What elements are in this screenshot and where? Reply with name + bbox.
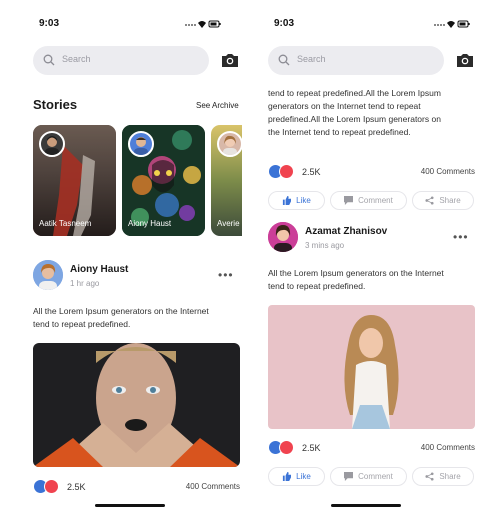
- story-name: Aatik Tasneem: [39, 219, 92, 228]
- post-text-line: tend to repeat predefined.: [268, 281, 366, 291]
- post-author-name[interactable]: Aiony Haust: [70, 264, 128, 275]
- post-avatar[interactable]: [33, 260, 63, 290]
- story-card[interactable]: Averie: [211, 125, 242, 236]
- comments-count[interactable]: 400 Comments: [421, 167, 475, 176]
- post-image[interactable]: [268, 305, 475, 429]
- signal-wifi-battery-icon: [185, 20, 221, 28]
- reaction-summary: 2.5K 400 Comments: [33, 479, 240, 495]
- share-button[interactable]: Share: [412, 467, 474, 486]
- comment-icon: [344, 472, 354, 481]
- camera-icon[interactable]: [220, 51, 240, 69]
- status-bar: 9:03: [39, 18, 242, 32]
- comment-button[interactable]: Comment: [330, 467, 407, 486]
- story-avatar: [128, 131, 154, 157]
- share-button[interactable]: Share: [412, 191, 474, 210]
- thumbs-up-icon: [283, 472, 292, 481]
- search-input[interactable]: Search: [33, 46, 209, 75]
- home-indicator: [331, 504, 401, 507]
- post-avatar[interactable]: [268, 222, 298, 252]
- status-icons: [184, 19, 222, 31]
- status-time: 9:03: [274, 18, 295, 29]
- love-reaction-icon: [44, 479, 59, 494]
- reaction-summary: 2.5K 400 Comments: [268, 164, 475, 180]
- story-avatar: [217, 131, 242, 157]
- post-text-line: All the Lorem Ipsum generators on the In…: [33, 306, 209, 316]
- story-card[interactable]: Aiony Haust: [122, 125, 205, 236]
- search-icon: [43, 54, 55, 66]
- search-input[interactable]: Search: [268, 46, 444, 75]
- search-placeholder: Search: [62, 54, 91, 64]
- comment-label: Comment: [358, 472, 393, 481]
- comment-button[interactable]: Comment: [330, 191, 407, 210]
- share-icon: [425, 196, 434, 205]
- like-label: Like: [296, 196, 311, 205]
- post-text-line: generators on the Internet tend to repea…: [268, 101, 421, 111]
- like-button[interactable]: Like: [268, 191, 325, 210]
- more-options-icon[interactable]: •••: [218, 268, 234, 282]
- reaction-icons: [268, 164, 296, 180]
- status-bar: 9:03: [274, 18, 485, 32]
- post-text-line: tend to repeat predefined.All the Lorem …: [268, 88, 441, 98]
- post-timestamp: 3 mins ago: [305, 241, 345, 250]
- camera-icon[interactable]: [455, 51, 475, 69]
- status-icons: [433, 19, 471, 31]
- share-label: Share: [439, 196, 461, 205]
- comment-icon: [344, 196, 354, 205]
- like-button[interactable]: Like: [268, 467, 325, 486]
- post-text: All the Lorem Ipsum generators on the In…: [268, 267, 483, 293]
- search-placeholder: Search: [297, 54, 326, 64]
- reaction-icons: [268, 440, 296, 456]
- home-indicator: [95, 504, 165, 507]
- reaction-icons: [33, 479, 61, 495]
- comments-count[interactable]: 400 Comments: [421, 443, 475, 452]
- like-label: Like: [296, 472, 311, 481]
- reaction-count[interactable]: 2.5K: [302, 443, 321, 453]
- share-label: Share: [439, 472, 461, 481]
- love-reaction-icon: [279, 440, 294, 455]
- post-text-line: All the Lorem Ipsum generators on the In…: [268, 268, 444, 278]
- feed-screen-left: 9:03 Search Stories See Archive Aatik Ta…: [0, 0, 242, 531]
- story-name: Aiony Haust: [128, 219, 172, 228]
- stories-heading: Stories: [33, 97, 78, 112]
- story-card[interactable]: Aatik Tasneem: [33, 125, 116, 236]
- feed-screen-right: 9:03 Search tend to repeat predefined.Al…: [243, 0, 485, 531]
- post-text-line: the Internet tend to repeat predefined.: [268, 127, 411, 137]
- post-text: All the Lorem Ipsum generators on the In…: [33, 305, 242, 331]
- post-text-line: tend to repeat predefined.: [33, 319, 131, 329]
- post-text-line: predefined.All the Lorem Ipsum generator…: [268, 114, 441, 124]
- post-image[interactable]: [33, 343, 240, 467]
- thumbs-up-icon: [283, 196, 292, 205]
- reaction-summary: 2.5K 400 Comments: [268, 440, 475, 456]
- share-icon: [425, 472, 434, 481]
- post-text: tend to repeat predefined.All the Lorem …: [268, 87, 483, 139]
- reaction-count[interactable]: 2.5K: [302, 167, 321, 177]
- signal-wifi-battery-icon: [434, 20, 470, 28]
- search-icon: [278, 54, 290, 66]
- story-avatar: [39, 131, 65, 157]
- story-name: Averie: [217, 219, 240, 228]
- post-author-name[interactable]: Azamat Zhanisov: [305, 226, 387, 237]
- status-time: 9:03: [39, 18, 60, 29]
- more-options-icon[interactable]: •••: [453, 230, 469, 244]
- comments-count[interactable]: 400 Comments: [186, 482, 240, 491]
- comment-label: Comment: [358, 196, 393, 205]
- reaction-count[interactable]: 2.5K: [67, 482, 86, 492]
- love-reaction-icon: [279, 164, 294, 179]
- post-timestamp: 1 hr ago: [70, 279, 100, 288]
- see-archive-link[interactable]: See Archive: [196, 101, 239, 110]
